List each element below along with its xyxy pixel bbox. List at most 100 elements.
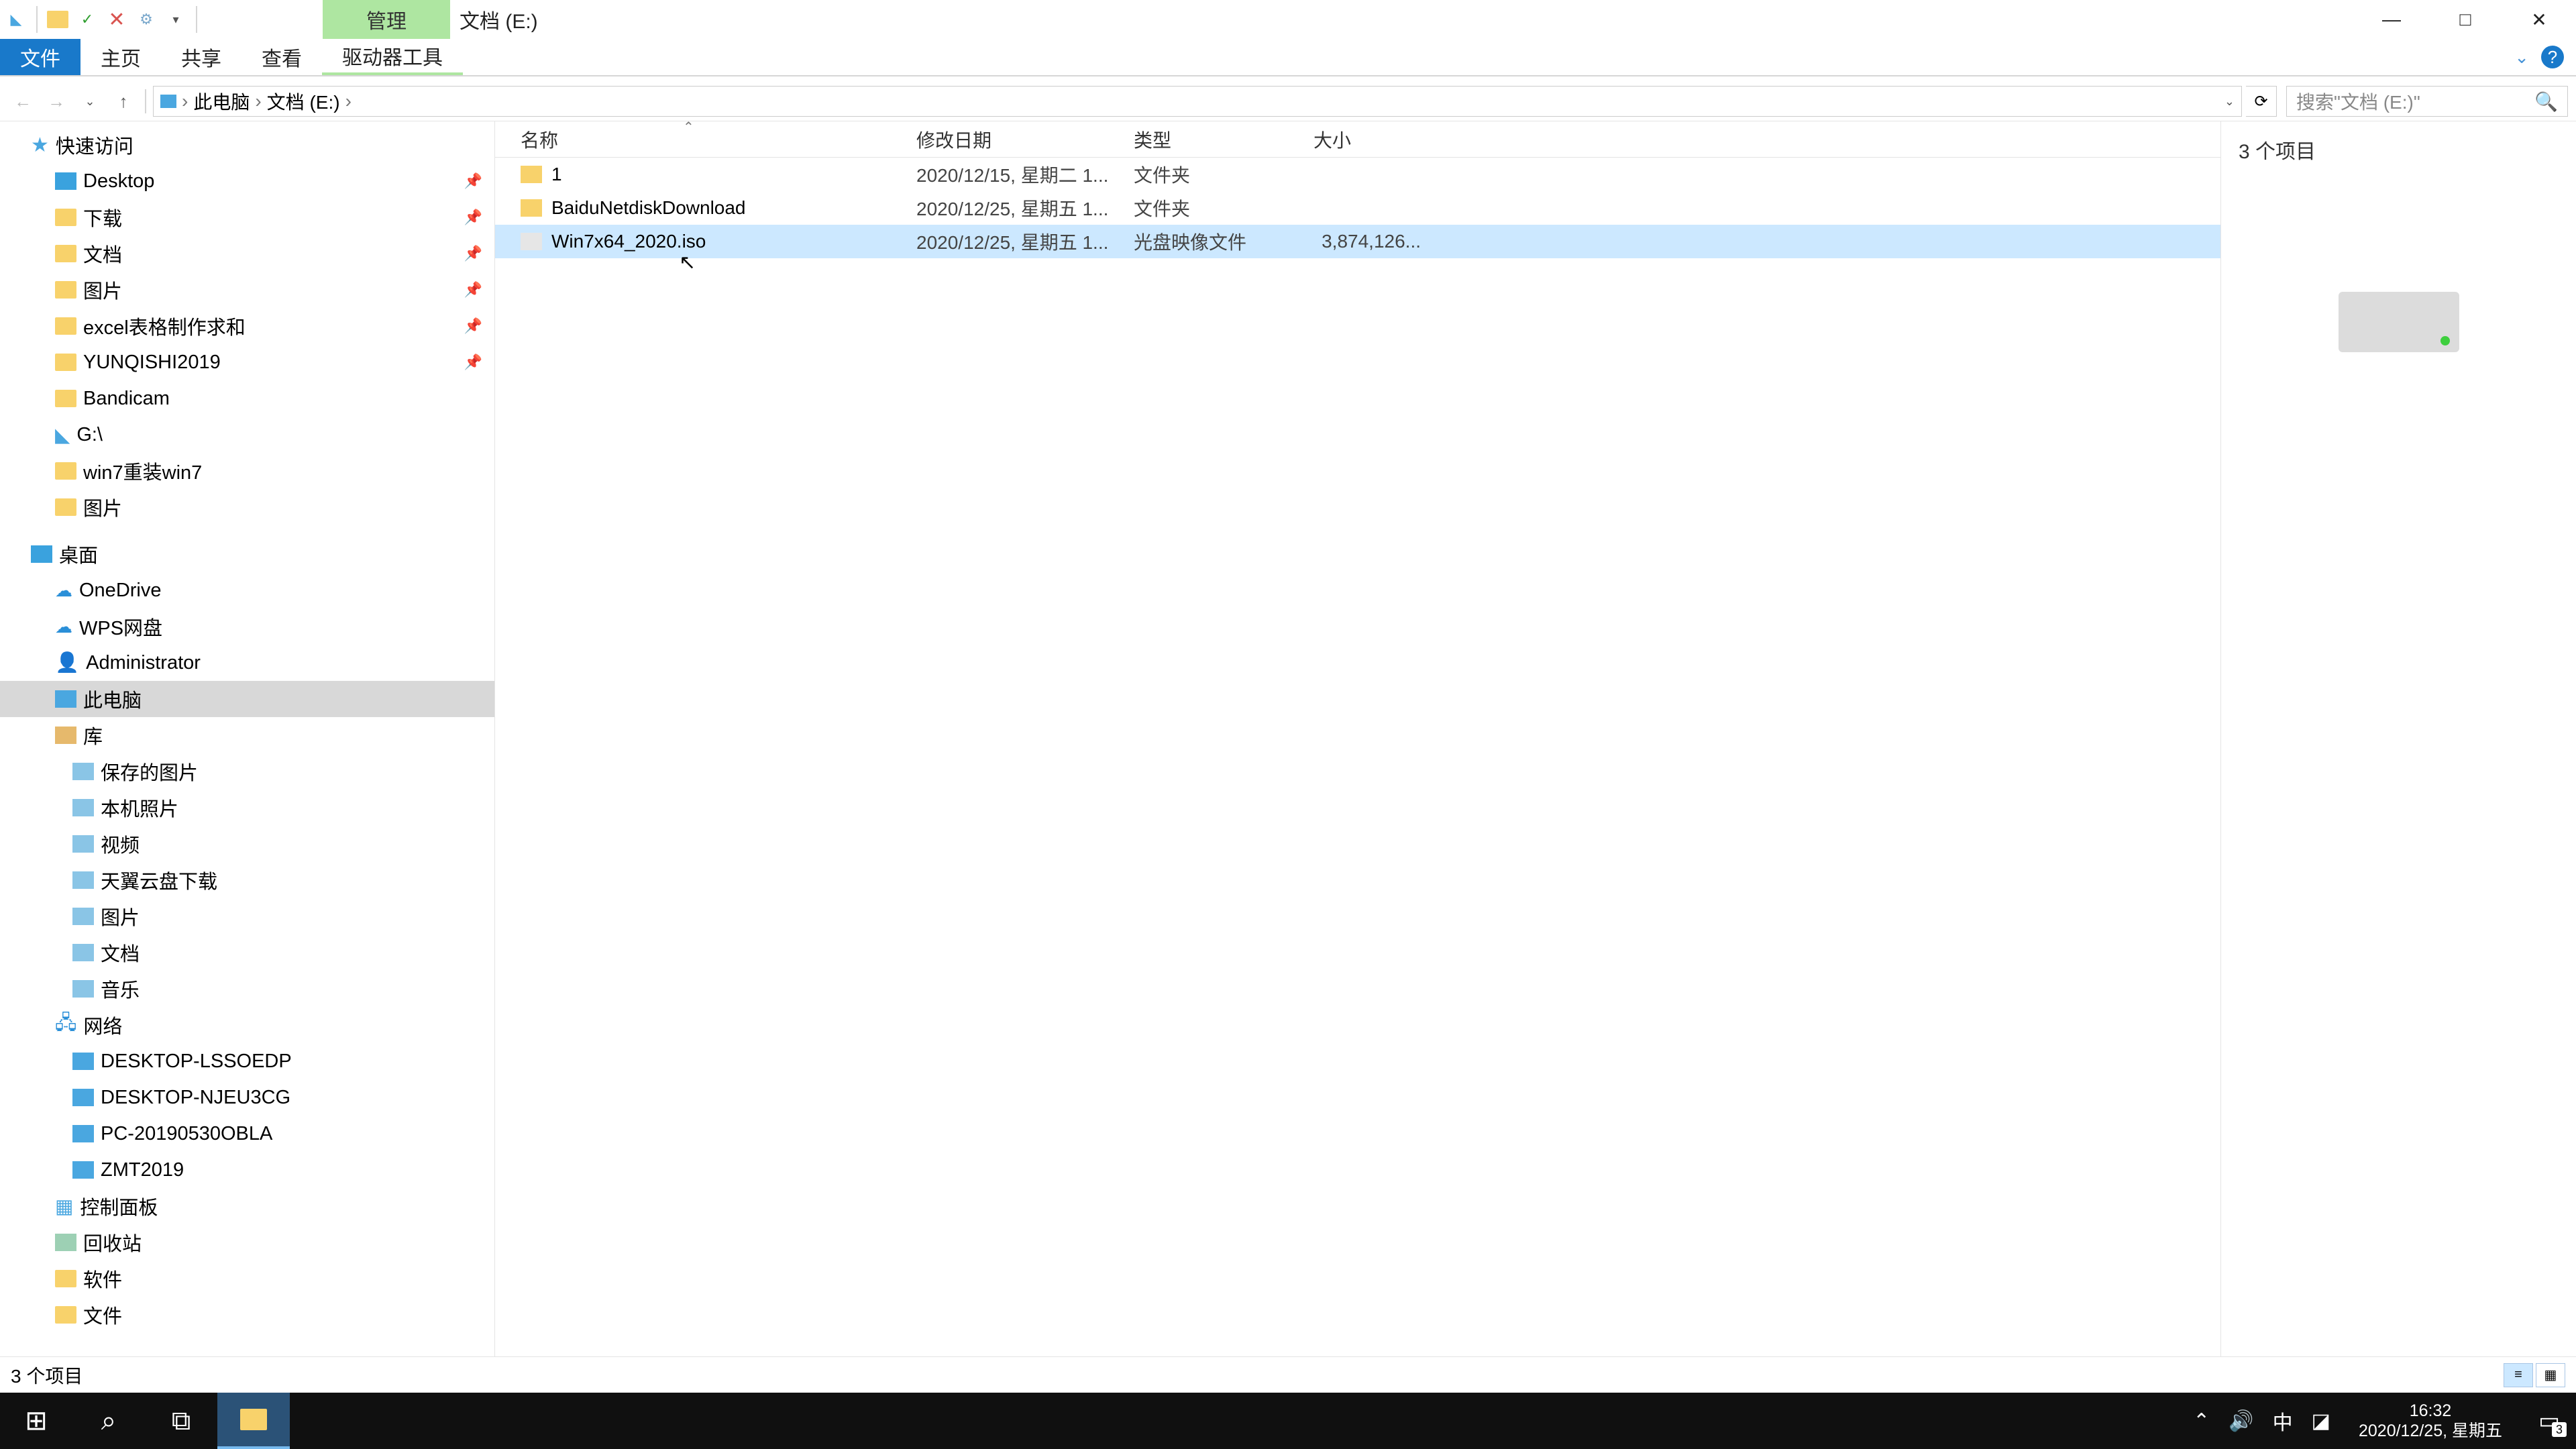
tree-pictures3[interactable]: 图片 xyxy=(0,898,494,934)
tree-administrator[interactable]: 👤Administrator xyxy=(0,645,494,681)
file-type: 文件夹 xyxy=(1134,161,1313,188)
tree-desktop[interactable]: Desktop📌 xyxy=(0,163,494,199)
file-row[interactable]: 12020/12/15, 星期二 1...文件夹 xyxy=(495,158,2220,191)
tree-this-pc[interactable]: 此电脑 xyxy=(0,681,494,717)
tree-files[interactable]: 文件 xyxy=(0,1297,494,1333)
system-tray: ⌃ 🔊 中 ◪ 16:32 2020/12/25, 星期五 ▭ 3 xyxy=(2193,1393,2576,1449)
nav-forward-button[interactable]: → xyxy=(42,87,71,116)
tree-software[interactable]: 软件 xyxy=(0,1260,494,1297)
tree-music[interactable]: 音乐 xyxy=(0,971,494,1007)
column-date[interactable]: 修改日期 xyxy=(916,126,1134,153)
folder-icon xyxy=(55,390,76,407)
chevron-right-icon[interactable]: › xyxy=(255,91,261,112)
app-icon[interactable]: ◣ xyxy=(4,7,28,32)
nav-recent-dropdown[interactable]: ⌄ xyxy=(75,87,105,116)
tray-time: 16:32 xyxy=(2359,1401,2502,1421)
tree-libraries[interactable]: 库 xyxy=(0,717,494,753)
tree-wps[interactable]: ☁WPS网盘 xyxy=(0,608,494,645)
tree-documents2[interactable]: 文档 xyxy=(0,934,494,971)
tree-documents[interactable]: 文档📌 xyxy=(0,235,494,272)
address-dropdown-icon[interactable]: ⌄ xyxy=(2224,95,2235,109)
tree-network[interactable]: 🖧网络 xyxy=(0,1007,494,1043)
search-icon[interactable]: 🔍 xyxy=(2534,91,2558,113)
qat-folder-icon[interactable] xyxy=(46,7,70,32)
tree-label: 桌面 xyxy=(59,540,98,568)
tab-drive-tools[interactable]: 驱动器工具 xyxy=(322,39,463,75)
tree-pictures[interactable]: 图片📌 xyxy=(0,272,494,308)
file-row[interactable]: BaiduNetdiskDownload2020/12/25, 星期五 1...… xyxy=(495,191,2220,225)
tray-chevron-up-icon[interactable]: ⌃ xyxy=(2193,1409,2210,1433)
task-view-button[interactable]: ⧉ xyxy=(145,1393,217,1449)
notifications-button[interactable]: ▭ 3 xyxy=(2530,1402,2568,1440)
nav-up-button[interactable]: ↑ xyxy=(109,87,138,116)
tray-volume-icon[interactable]: 🔊 xyxy=(2229,1409,2253,1433)
column-name[interactable]: 名称 xyxy=(521,126,916,153)
file-type: 文件夹 xyxy=(1134,195,1313,221)
tree-downloads[interactable]: 下载📌 xyxy=(0,199,494,235)
taskbar-explorer[interactable] xyxy=(217,1393,290,1449)
sort-indicator-icon: ⌃ xyxy=(683,121,694,136)
chevron-right-icon[interactable]: › xyxy=(182,91,188,112)
separator xyxy=(145,89,146,113)
view-icons-button[interactable]: ▦ xyxy=(2536,1363,2565,1387)
qat-dropdown-icon[interactable]: ▾ xyxy=(164,7,188,32)
tree-label: 保存的图片 xyxy=(101,757,198,786)
tree-pc3[interactable]: PC-20190530OBLA xyxy=(0,1116,494,1152)
tree-local-photos[interactable]: 本机照片 xyxy=(0,790,494,826)
tree-win7reinstall[interactable]: win7重装win7 xyxy=(0,453,494,489)
tree-onedrive[interactable]: ☁OneDrive xyxy=(0,572,494,608)
tree-desktop2[interactable]: 桌面 xyxy=(0,536,494,572)
search-input[interactable]: 搜索"文档 (E:)" 🔍 xyxy=(2286,86,2568,117)
tree-bandicam[interactable]: Bandicam xyxy=(0,380,494,417)
qat-gear-icon[interactable]: ⚙ xyxy=(134,7,158,32)
tree-excel[interactable]: excel表格制作求和📌 xyxy=(0,308,494,344)
preview-pane: 3 个项目 xyxy=(2220,121,2576,1356)
tab-share[interactable]: 共享 xyxy=(161,39,241,75)
column-size[interactable]: 大小 xyxy=(1313,126,1421,153)
crumb-this-pc[interactable]: 此电脑 xyxy=(193,88,250,115)
maximize-button[interactable]: □ xyxy=(2428,0,2502,39)
tree-control-panel[interactable]: ▦控制面板 xyxy=(0,1188,494,1224)
minimize-button[interactable]: — xyxy=(2355,0,2428,39)
tree-label: 库 xyxy=(83,721,103,749)
chevron-right-icon[interactable]: › xyxy=(345,91,352,112)
tab-view[interactable]: 查看 xyxy=(241,39,322,75)
crumb-location[interactable]: 文档 (E:) xyxy=(267,88,340,115)
tray-security-icon[interactable]: ◪ xyxy=(2312,1409,2330,1433)
tree-videos[interactable]: 视频 xyxy=(0,826,494,862)
close-button[interactable]: ✕ xyxy=(2502,0,2576,39)
qat-close-icon[interactable]: ✕ xyxy=(105,7,129,32)
help-icon[interactable]: ? xyxy=(2541,46,2564,68)
tree-saved-pics[interactable]: 保存的图片 xyxy=(0,753,494,790)
tree-tianyi[interactable]: 天翼云盘下载 xyxy=(0,862,494,898)
breadcrumb[interactable]: › 此电脑 › 文档 (E:) › ⌄ xyxy=(153,86,2242,117)
qat-check-icon[interactable]: ✓ xyxy=(75,7,99,32)
file-list: ⌃ 名称 修改日期 类型 大小 12020/12/15, 星期二 1...文件夹… xyxy=(495,121,2220,1356)
tree-label: G:\ xyxy=(76,424,103,446)
tree-yunqishi[interactable]: YUNQISHI2019📌 xyxy=(0,344,494,380)
ribbon-expand-icon[interactable]: ⌄ xyxy=(2514,47,2529,68)
context-tab-manage[interactable]: 管理 xyxy=(323,0,450,39)
tree-gdrive[interactable]: ◣G:\ xyxy=(0,417,494,453)
tab-home[interactable]: 主页 xyxy=(80,39,161,75)
column-type[interactable]: 类型 xyxy=(1134,126,1313,153)
pin-icon: 📌 xyxy=(464,281,482,299)
tab-file[interactable]: 文件 xyxy=(0,39,80,75)
refresh-button[interactable]: ⟳ xyxy=(2246,86,2277,117)
file-row[interactable]: Win7x64_2020.iso2020/12/25, 星期五 1...光盘映像… xyxy=(495,225,2220,258)
nav-back-button[interactable]: ← xyxy=(8,87,38,116)
tree-pc1[interactable]: DESKTOP-LSSOEDP xyxy=(0,1043,494,1079)
start-button[interactable]: ⊞ xyxy=(0,1393,72,1449)
search-button[interactable]: ⌕ xyxy=(72,1393,145,1449)
view-details-button[interactable]: ≡ xyxy=(2504,1363,2533,1387)
tray-ime-indicator[interactable]: 中 xyxy=(2273,1406,2293,1436)
tree-pictures2[interactable]: 图片 xyxy=(0,489,494,525)
tree-quick-access[interactable]: ★快速访问 xyxy=(0,127,494,163)
tree-recycle[interactable]: 回收站 xyxy=(0,1224,494,1260)
tree-pc2[interactable]: DESKTOP-NJEU3CG xyxy=(0,1079,494,1116)
status-bar: 3 个项目 ≡ ▦ xyxy=(0,1356,2576,1393)
tree-pc4[interactable]: ZMT2019 xyxy=(0,1152,494,1188)
taskbar: ⊞ ⌕ ⧉ ⌃ 🔊 中 ◪ 16:32 2020/12/25, 星期五 ▭ 3 xyxy=(0,1393,2576,1449)
folder-icon xyxy=(55,462,76,480)
tray-clock[interactable]: 16:32 2020/12/25, 星期五 xyxy=(2349,1401,2512,1441)
